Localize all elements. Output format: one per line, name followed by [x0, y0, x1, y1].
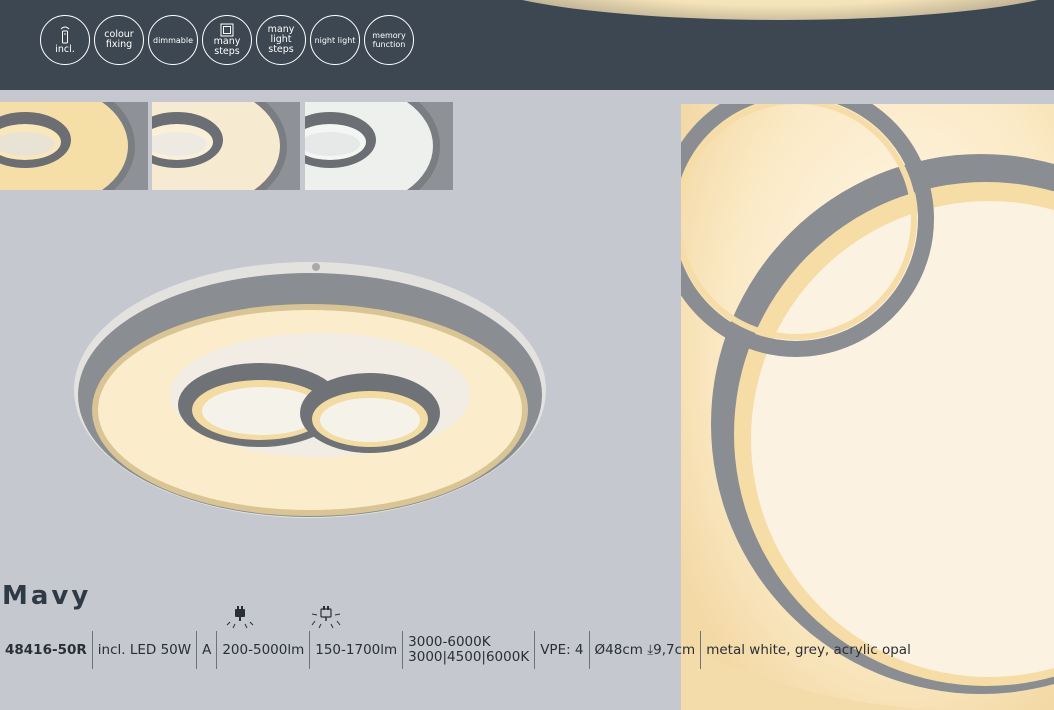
night-light-lumen-icon: [311, 606, 341, 629]
light-source: incl. LED 50W: [91, 631, 196, 669]
remote-icon: [60, 26, 70, 44]
feature-remote: incl.: [40, 15, 90, 65]
product-image: [70, 255, 550, 525]
header-band: incl. colour fixing dimmable many steps …: [0, 0, 1054, 90]
feature-colour-fixing: colour fixing: [94, 15, 144, 65]
article-number: 48416-50R: [5, 641, 87, 658]
lumen-night: 150-1700lm: [309, 631, 402, 669]
feature-night-light: night light: [310, 15, 360, 65]
feature-memory: memory function: [364, 15, 414, 65]
feature-line: fixing: [105, 39, 133, 50]
energy-class: A: [196, 631, 216, 669]
vpe: VPE: 4: [534, 631, 588, 669]
feature-line: memory: [372, 31, 406, 40]
lumen-main: 200-5000lm: [216, 631, 309, 669]
thumbnail-neutral: [152, 102, 300, 190]
feature-line: steps: [214, 46, 240, 57]
feature-dimmable: dimmable: [148, 15, 198, 65]
color-temp-steps: 3000|4500|6000K: [408, 649, 530, 665]
material: metal white, grey, acrylic opal: [700, 631, 916, 669]
feature-many-light-steps: many light steps: [256, 15, 306, 65]
thumbnail-cool: [305, 102, 453, 190]
color-temp-range: 3000-6000K: [408, 634, 491, 650]
lamp-glow: [470, 0, 1054, 20]
spec-row: 48416-50R incl. LED 50W A 200-5000lm 150…: [0, 631, 916, 669]
thumbnail-warm: [0, 102, 148, 190]
feature-line: function: [372, 40, 406, 49]
dimensions: Ø48cm ⤓9,7cm: [588, 631, 701, 669]
feature-line: night light: [314, 35, 356, 45]
steps-icon: [220, 23, 234, 37]
feature-remote-label: incl.: [55, 44, 75, 55]
feature-icons: incl. colour fixing dimmable many steps …: [40, 15, 414, 65]
color-temperature: 3000-6000K 3000|4500|6000K: [402, 631, 534, 669]
feature-many-steps: many steps: [202, 15, 252, 65]
feature-line: steps: [268, 44, 294, 55]
product-title: Mavy: [2, 581, 92, 611]
detail-photo: [681, 104, 1054, 710]
plug-light-icon: [226, 606, 254, 629]
feature-line: dimmable: [152, 35, 193, 45]
